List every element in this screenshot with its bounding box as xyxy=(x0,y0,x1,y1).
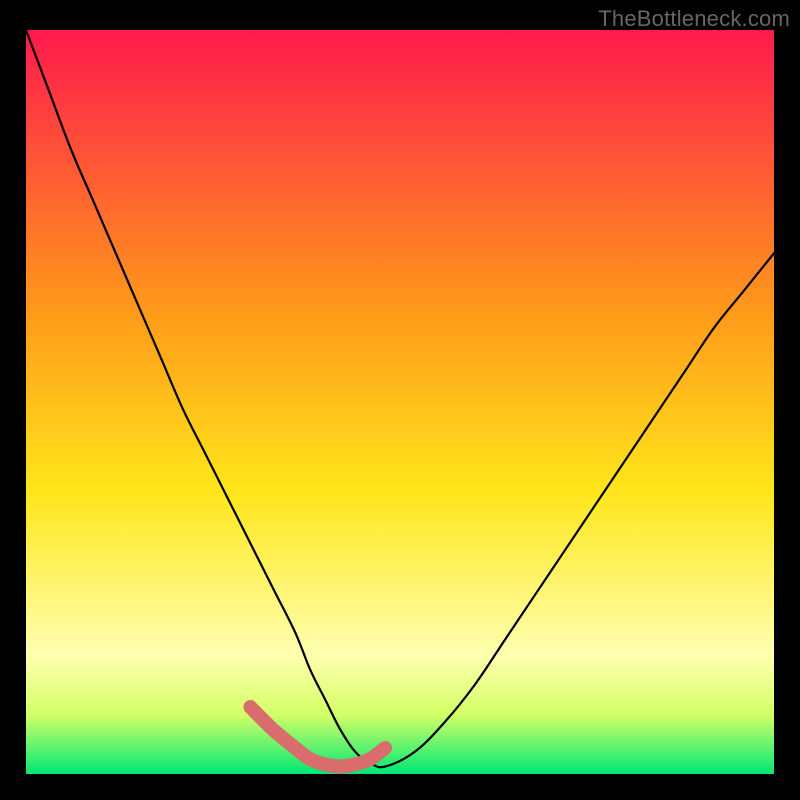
watermark-text: TheBottleneck.com xyxy=(598,6,790,32)
plot-area xyxy=(26,30,774,774)
chart-container: TheBottleneck.com xyxy=(0,0,800,800)
bottleneck-curve xyxy=(26,30,774,774)
